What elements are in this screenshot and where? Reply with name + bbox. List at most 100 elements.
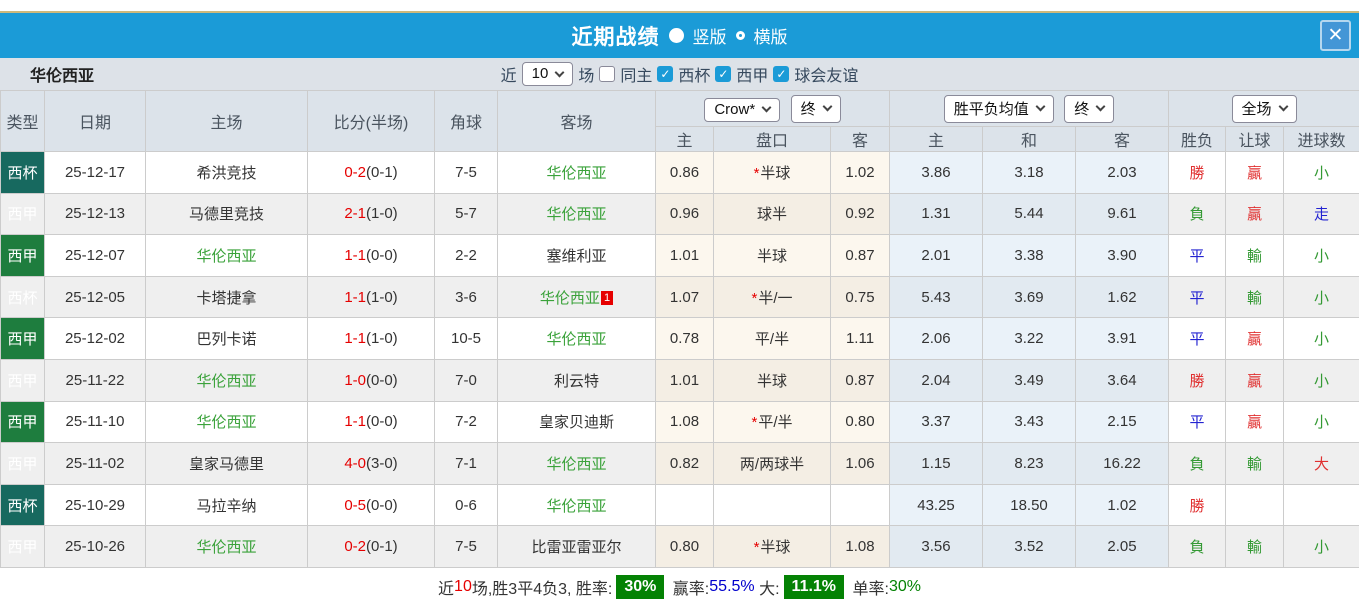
corner-cell: 3-6 [434,275,498,319]
bookmaker-select[interactable]: Crow* [704,97,781,122]
result-goals: 小 [1283,317,1359,360]
avg-odds-draw-value: 18.50 [982,483,1077,527]
summary-footer: 近 10 场,胜3平4负3, 胜率: 30% 赢率: 55.5% 大: 11.1… [0,567,1359,605]
chevron-down-icon [822,101,833,112]
col-header-score: 比分(半场) [307,90,435,152]
avg-odds-away-value: 2.05 [1075,525,1170,568]
radio-vertical-label[interactable]: 竖版 [693,23,727,48]
avg-odds-home-value: 2.01 [889,234,984,277]
away-team: 华伦西亚 [497,483,656,527]
avg-odds-home-value: 43.25 [889,483,984,527]
table-row: 西甲 25-12-07 华伦西亚 1-1(0-0) 2-2 塞维利亚 1.01 … [0,234,1359,277]
away-team: 比雷亚雷亚尔 [497,525,656,568]
handicap-odds-away: 0.80 [829,400,891,444]
fulltime-score: 2-1 [344,205,366,223]
scope-header-group: 全场 [1168,90,1359,127]
fulltime-score: 1-1 [344,413,366,431]
subcol-goals: 进球数 [1283,126,1359,152]
result-winloss: 平 [1168,234,1227,277]
summary-text: 赢率: [668,581,710,599]
result-goals: 小 [1283,275,1359,319]
result-handicap: 贏 [1225,151,1285,194]
result-goals: 小 [1283,151,1359,194]
col-header-type: 类型 [0,90,45,152]
radio-horizontal-label[interactable]: 横版 [754,23,788,48]
handicap-odds-away: 1.06 [829,442,891,485]
result-handicap: 輸 [1225,234,1285,277]
radio-unselected-icon[interactable] [735,31,745,40]
handicap-odds-home: 1.07 [655,275,714,319]
subcol-odds-line: 盘口 [713,126,831,152]
handicap-odds-away: 0.75 [829,275,891,319]
check-icon: ✓ [718,67,729,81]
col-header-date: 日期 [44,90,146,152]
avg-odds-home-value: 1.15 [889,442,984,485]
summary-text: 单率: [848,581,889,599]
corner-cell: 5-7 [434,192,498,236]
match-type-badge: 西甲 [0,317,45,360]
fulltime-score: 1-0 [344,371,366,389]
score-cell: 0-2(0-1) [307,151,435,194]
avg-odds-home-value: 2.06 [889,317,984,360]
friendly-checkbox[interactable]: ✓ [773,66,790,82]
halftime-score: (1-0) [366,205,398,223]
star-icon: * [753,539,760,557]
match-count-select[interactable]: 10 [521,62,574,86]
result-winloss: 負 [1168,442,1227,485]
handicap-odds-away: 1.02 [829,151,891,194]
avg-time-select[interactable]: 终 [1064,94,1115,123]
avg-odds-draw-value: 3.52 [982,525,1077,568]
handicap-odds-away: 1.11 [829,317,891,360]
home-team: 皇家马德里 [145,442,308,485]
avg-odds-select[interactable]: 胜平负均值 [943,94,1054,123]
bookmaker-time-select[interactable]: 终 [790,94,841,123]
cup-checkbox[interactable]: ✓ [657,66,674,82]
cup-checkbox-label: 西杯 [678,68,711,85]
close-button[interactable]: ✕ [1320,20,1351,51]
league-checkbox-label: 西甲 [736,68,769,85]
result-winloss: 平 [1168,317,1227,360]
table-row: 西甲 25-12-13 马德里竞技 2-1(1-0) 5-7 华伦西亚 0.96… [0,192,1359,236]
avg-odds-draw-value: 3.49 [982,358,1077,402]
scope-select[interactable]: 全场 [1231,94,1297,123]
star-icon: * [751,414,758,432]
table-row: 西甲 25-10-26 华伦西亚 0-2(0-1) 7-5 比雷亚雷亚尔 0.8… [0,525,1359,568]
radio-selected-icon[interactable] [668,28,684,43]
fulltime-score: 1-1 [344,246,366,264]
avg-odds-away-value: 1.02 [1075,483,1170,527]
check-icon: ✓ [776,67,787,81]
handicap-line: *半/一 [713,275,831,319]
handicap-line: *球半 [713,192,831,236]
league-checkbox[interactable]: ✓ [715,66,732,82]
away-team: 塞维利亚 [497,234,656,277]
match-type-badge: 西甲 [0,234,45,277]
popup-title: 近期战绩 [571,25,660,49]
fulltime-score: 0-2 [344,538,366,556]
handicap-odds-home [655,483,714,527]
handicap-odds-home: 1.01 [655,234,714,277]
team-name: 华伦西亚 [30,68,95,85]
handicap-odds-home: 0.80 [655,525,714,568]
chevron-down-icon [1095,101,1106,112]
handicap-odds-home: 0.96 [655,192,714,236]
avg-odds-away-value: 3.90 [1075,234,1170,277]
corner-cell: 7-1 [434,442,498,485]
avg-odds-home-value: 3.37 [889,400,984,444]
subcol-odds-away: 客 [829,126,891,152]
handicap-line: * [713,483,831,527]
result-winloss: 勝 [1168,483,1227,527]
halftime-score: (0-1) [366,538,398,556]
table-row: 西杯 25-12-05 卡塔捷拿 1-1(1-0) 3-6 华伦西亚 1 1.07… [0,275,1359,319]
away-team: 皇家贝迪斯 [497,400,656,444]
match-type-badge: 西甲 [0,442,45,485]
corner-cell: 10-5 [434,317,498,360]
handicap-odds-away: 0.92 [829,192,891,236]
handicap-line: *半球 [713,358,831,402]
result-goals: 小 [1283,358,1359,402]
win-rate-badge: 30% [616,575,665,600]
result-handicap: 贏 [1225,358,1285,402]
avg-odds-away-value: 2.15 [1075,400,1170,444]
summary-text: 大: [754,581,780,599]
fulltime-score: 1-1 [344,330,366,348]
same-home-checkbox[interactable] [599,66,616,82]
